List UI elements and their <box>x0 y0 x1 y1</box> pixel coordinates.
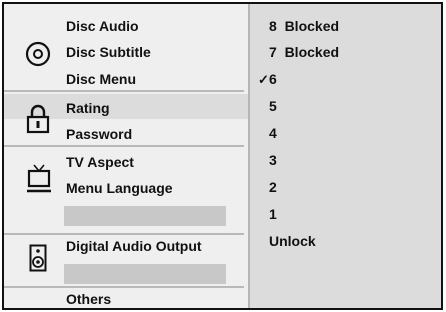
divider <box>4 90 244 92</box>
rating-option-4[interactable]: 4 <box>269 125 277 141</box>
menu-item-rating[interactable]: Rating <box>66 100 110 116</box>
menu-item-password[interactable]: Password <box>66 126 132 142</box>
empty-menu-slot <box>64 264 226 284</box>
rating-option-8[interactable]: 8 Blocked <box>269 18 339 34</box>
menu-item-others[interactable]: Others <box>66 291 111 307</box>
empty-menu-slot <box>64 206 226 226</box>
menu-item-tv-aspect[interactable]: TV Aspect <box>66 154 134 170</box>
dvd-setup-menu: Disc Audio Disc Subtitle Disc Menu Ratin… <box>2 2 443 310</box>
check-icon: ✓ <box>258 72 269 87</box>
rating-option-2[interactable]: 2 <box>269 179 277 195</box>
rating-option-unlock[interactable]: Unlock <box>269 233 316 249</box>
menu-item-disc-menu[interactable]: Disc Menu <box>66 71 136 87</box>
rating-option-7[interactable]: 7 Blocked <box>269 44 339 60</box>
rating-option-1[interactable]: 1 <box>269 206 277 222</box>
tv-icon <box>27 164 51 197</box>
menu-item-digital-audio-output[interactable]: Digital Audio Output <box>66 238 202 254</box>
divider <box>4 286 244 288</box>
divider <box>4 233 244 235</box>
divider <box>4 145 244 147</box>
disc-icon <box>25 41 51 70</box>
speaker-icon <box>29 244 47 275</box>
menu-item-menu-language[interactable]: Menu Language <box>66 180 173 196</box>
lock-icon <box>26 104 50 137</box>
rating-option-3[interactable]: 3 <box>269 152 277 168</box>
rating-options-panel: 8 Blocked 7 Blocked ✓ 6 5 4 3 2 1 Unlock <box>248 4 441 308</box>
rating-option-5[interactable]: 5 <box>269 98 277 114</box>
menu-item-disc-subtitle[interactable]: Disc Subtitle <box>66 44 151 60</box>
menu-item-disc-audio[interactable]: Disc Audio <box>66 18 139 34</box>
menu-panel: Disc Audio Disc Subtitle Disc Menu Ratin… <box>4 4 250 308</box>
rating-option-6[interactable]: 6 <box>269 71 277 87</box>
